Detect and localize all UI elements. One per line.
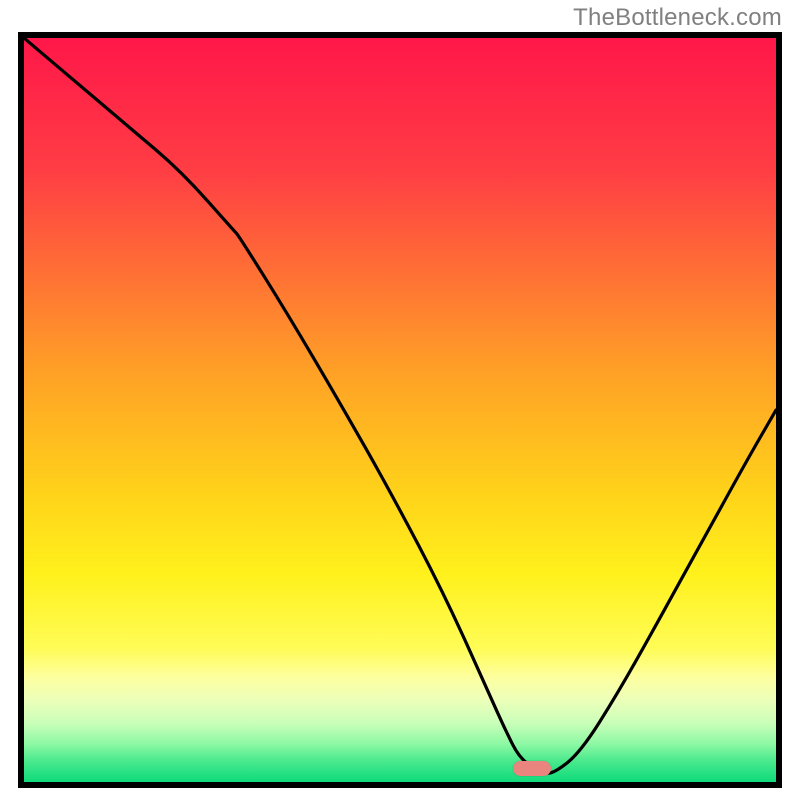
bottleneck-curve	[24, 38, 776, 782]
plot-frame	[18, 32, 782, 788]
chart-stage: TheBottleneck.com	[0, 0, 800, 800]
watermark: TheBottleneck.com	[573, 4, 782, 32]
optimum-marker	[513, 761, 551, 776]
